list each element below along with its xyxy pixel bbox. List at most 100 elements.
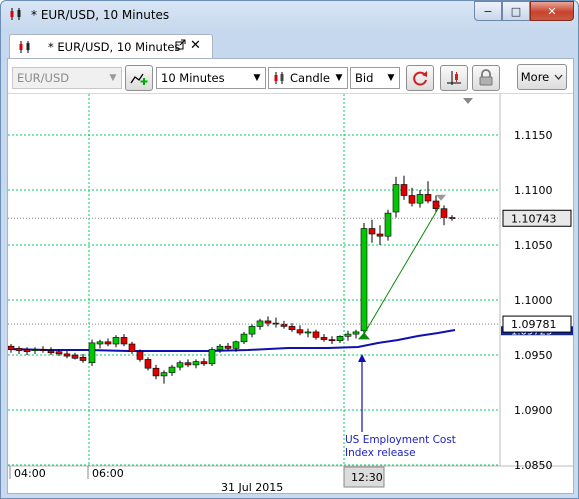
tab-close-icon[interactable]: ✕ [190, 38, 201, 53]
price-tick-label: 1.1100 [514, 184, 553, 197]
chart-panel: EUR/USD ▼ 10 Minutes ▼ Candle ▼ Bid ▼ Mo… [7, 58, 574, 494]
more-button[interactable]: More [517, 64, 567, 90]
moving-average-line [7, 329, 456, 352]
price-tick-label: 1.1150 [514, 129, 553, 142]
chevron-down-icon: ▼ [109, 73, 117, 83]
candle-body [31, 349, 39, 351]
add-indicator-icon [130, 73, 148, 85]
candle-body [320, 337, 328, 340]
candle-body [312, 331, 320, 338]
candle-body [240, 333, 248, 343]
chevron-down-icon: ▼ [335, 73, 343, 83]
side-select[interactable]: Bid ▼ [350, 67, 400, 89]
candle-body [79, 356, 87, 361]
candle-body [176, 362, 184, 368]
candle-body [424, 194, 432, 202]
minimize-button[interactable]: − [474, 1, 502, 21]
candle-body [192, 361, 200, 366]
app-window: * EUR/USD, 10 Minutes − □ ✕ * EUR/USD, 1… [0, 0, 579, 499]
crosshair-button[interactable] [440, 65, 468, 91]
candle-body [128, 343, 136, 352]
candle-body [55, 351, 63, 355]
candle-body [112, 337, 120, 345]
candle-body [47, 350, 55, 354]
candle-body [416, 194, 424, 204]
candle-body [336, 336, 344, 342]
chart-toolbar: EUR/USD ▼ 10 Minutes ▼ Candle ▼ Bid ▼ Mo… [8, 59, 573, 94]
candle-body [384, 212, 392, 237]
chart-area[interactable]: 1.1150 1.1100 1.1050 1.1000 1.0950 1.0900 1.08… [7, 94, 573, 494]
more-label: More [520, 70, 550, 84]
price-tick-label: 1.0850 [514, 459, 553, 472]
chart-type-select[interactable]: Candle ▼ [268, 67, 348, 89]
popout-icon[interactable] [175, 39, 186, 50]
candle-body [15, 348, 23, 351]
candle-body [200, 361, 208, 365]
period-value: 10 Minutes [161, 71, 225, 85]
candle-body [328, 339, 336, 342]
event-annotation-line2: Index release [345, 447, 416, 459]
close-button[interactable]: ✕ [530, 1, 574, 21]
minimize-icon: − [483, 4, 493, 18]
candle-body [104, 341, 112, 345]
candle-body [432, 200, 440, 209]
date-label: 31 Jul 2015 [221, 481, 283, 493]
tab-label: * EUR/USD, 10 Minutes [48, 40, 181, 54]
candle-body [96, 341, 104, 345]
candle-body [120, 337, 128, 345]
current-price-value: 1.10743 [511, 212, 557, 225]
price-tick-label: 1.0900 [514, 404, 553, 417]
instrument-select[interactable]: EUR/USD ▼ [12, 67, 122, 89]
window-title: * EUR/USD, 10 Minutes [31, 8, 170, 22]
close-icon: ✕ [547, 4, 557, 18]
chevron-down-icon [554, 74, 563, 80]
crosshair-icon [447, 71, 461, 85]
cursor-time-value: 12:30 [351, 471, 383, 484]
candle-chart-icon [10, 8, 21, 20]
candle-body [360, 228, 368, 332]
price-tick-label: 1.0950 [514, 349, 553, 362]
candle-body [136, 351, 144, 360]
candle-body [160, 372, 168, 377]
candle-body [304, 331, 312, 334]
candle-body [23, 349, 31, 352]
candle-body [144, 359, 152, 369]
tab-chart[interactable]: * EUR/USD, 10 Minutes ✕ [9, 34, 213, 59]
instrument-value: EUR/USD [17, 71, 70, 85]
period-select[interactable]: 10 Minutes ▼ [156, 67, 266, 89]
candle-body [408, 195, 416, 204]
candle-body [232, 341, 240, 349]
candle-body [7, 345, 15, 350]
candle-body [288, 326, 296, 330]
time-tick-label: 04:00 [14, 467, 46, 480]
chevron-down-icon: ▼ [253, 73, 261, 83]
candle-chart-icon [19, 41, 30, 53]
add-indicator-button[interactable] [125, 65, 153, 91]
refresh-icon [413, 71, 427, 86]
candle-body [71, 354, 79, 359]
price-chart[interactable]: 1.1150 1.1100 1.1050 1.1000 1.0950 1.0900 1.08… [7, 94, 573, 494]
lock-icon [479, 69, 493, 86]
lock-button[interactable] [472, 65, 500, 91]
scroll-marker-icon [463, 98, 473, 104]
refresh-button[interactable] [406, 65, 434, 91]
price-tick-label: 1.1000 [514, 294, 553, 307]
marker-triangle-down [436, 194, 446, 201]
candle-body [248, 326, 256, 335]
candle-body [152, 367, 160, 377]
event-annotation-line1: US Employment Cost [345, 434, 456, 446]
candle-body [400, 184, 408, 196]
candle-icon [274, 72, 284, 84]
tab-strip: * EUR/USD, 10 Minutes ✕ [7, 31, 572, 59]
candle-body [216, 345, 224, 350]
chevron-down-icon: ▼ [387, 73, 395, 83]
candle-body [264, 320, 272, 324]
candle-body [63, 353, 71, 357]
candle-body [352, 331, 360, 335]
candle-body [208, 349, 216, 365]
maximize-button[interactable]: □ [502, 1, 530, 21]
candle-body [296, 329, 304, 334]
candle-body [224, 345, 232, 349]
maximize-icon: □ [510, 4, 522, 18]
marker-triangle-up [358, 332, 370, 340]
